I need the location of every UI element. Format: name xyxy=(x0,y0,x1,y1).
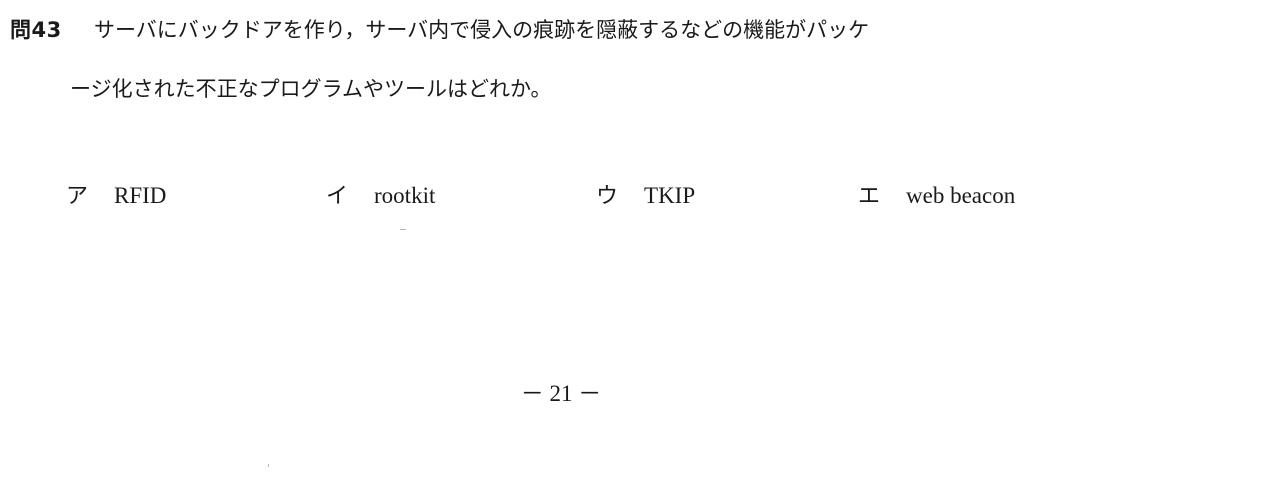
choice-c: ウ TKIP xyxy=(596,182,695,211)
choice-b: イ rootkit xyxy=(326,182,435,211)
choice-b-mark: イ xyxy=(326,184,349,209)
scan-speck xyxy=(268,464,269,467)
choice-a-text: RFID xyxy=(114,183,167,208)
choice-a-mark: ア xyxy=(66,184,89,209)
scan-speck xyxy=(400,229,406,230)
choice-c-mark: ウ xyxy=(596,184,619,209)
choice-d: エ web beacon xyxy=(858,182,1015,211)
choice-a: ア RFID xyxy=(66,182,166,211)
question-text-line-1: サーバにバックドアを作り，サーバ内で侵入の痕跡を隠蔽するなどの機能がパッケ xyxy=(94,18,870,42)
choice-b-text: rootkit xyxy=(374,183,436,208)
choice-d-mark: エ xyxy=(858,184,881,209)
exam-page: 問43 サーバにバックドアを作り，サーバ内で侵入の痕跡を隠蔽するなどの機能がパッ… xyxy=(0,0,1271,491)
question-number: 問43 xyxy=(10,18,62,42)
page-number: － 21 － xyxy=(520,381,602,406)
choice-c-text: TKIP xyxy=(644,183,696,208)
question-text-line-2: ージ化された不正なプログラムやツールはどれか。 xyxy=(70,77,552,101)
choice-d-text: web beacon xyxy=(906,183,1016,208)
